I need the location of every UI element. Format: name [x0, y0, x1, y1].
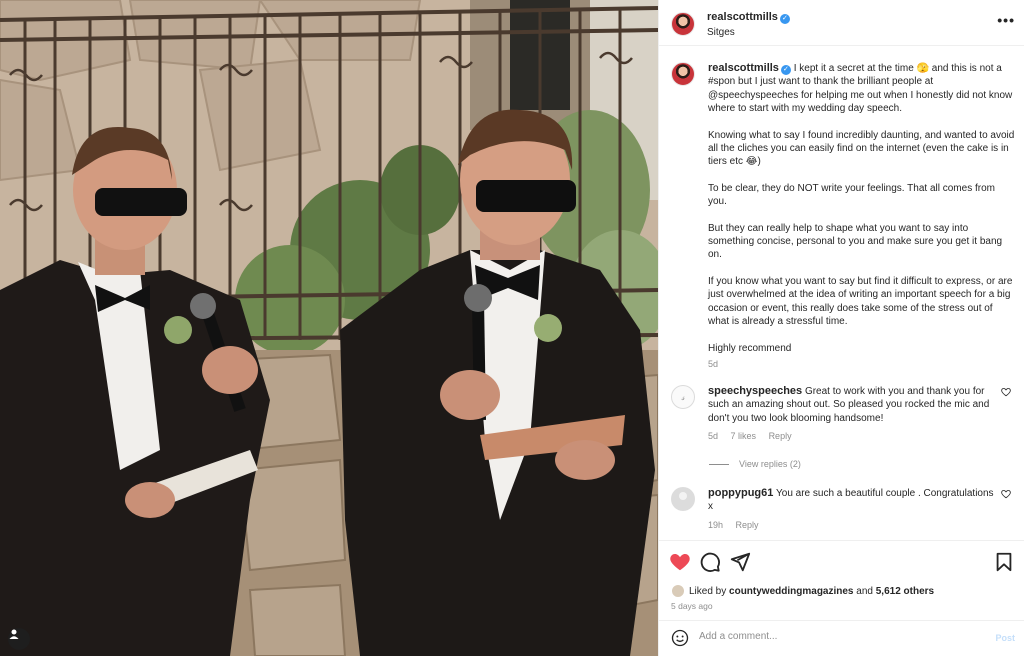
add-comment-input[interactable] — [699, 631, 969, 642]
bookmark-icon[interactable] — [993, 551, 1015, 573]
liked-by-summary[interactable]: Liked by countyweddingmagazines and 5,61… — [671, 584, 934, 598]
comment-like-heart-icon[interactable] — [1001, 387, 1011, 400]
comment-item: 𝓈 speechyspeeches Great to work with you… — [671, 385, 1011, 441]
caption-author-avatar[interactable] — [671, 62, 695, 86]
more-options-icon[interactable]: ••• — [997, 12, 1015, 28]
post-location[interactable]: Sitges — [707, 27, 735, 38]
liked-by-prefix: Liked by — [689, 585, 727, 597]
comment-username[interactable]: speechyspeeches — [708, 385, 802, 397]
post-actions: Liked by countyweddingmagazines and 5,61… — [659, 540, 1024, 620]
emoji-icon[interactable] — [671, 629, 689, 647]
add-comment-bar: Post — [659, 620, 1024, 656]
tagged-user-icon[interactable] — [8, 628, 30, 650]
commenter-avatar[interactable] — [671, 487, 695, 511]
verified-badge-icon: ✓ — [780, 65, 791, 75]
commenter-avatar[interactable]: 𝓈 — [671, 385, 695, 409]
caption-paragraph: Highly recommend — [708, 342, 792, 354]
reply-button[interactable]: Reply — [769, 431, 792, 441]
post-date[interactable]: 5 days ago — [671, 601, 713, 611]
post-caption: realscottmills ✓ I kept it a secret at th… — [671, 62, 1015, 371]
liked-by-and: and — [856, 585, 873, 597]
post-header: realscottmills ✓ Sitges ••• — [659, 0, 1024, 46]
comment-meta: 5d 7 likes Reply — [708, 431, 1011, 441]
likes-others-count[interactable]: 5,612 others — [876, 586, 934, 597]
liked-by-user[interactable]: countyweddingmagazines — [729, 586, 853, 597]
comment-item: poppypug61 You are such a beautiful coup… — [671, 487, 1011, 530]
comment-likes[interactable]: 7 likes — [731, 431, 757, 441]
caption-body: realscottmills ✓ I kept it a secret at th… — [708, 62, 1015, 371]
caption-paragraph: To be clear, they do NOT write your feel… — [708, 182, 995, 208]
caption-paragraph: Knowing what to say I found incredibly d… — [708, 129, 1015, 168]
post-photo[interactable] — [0, 0, 658, 656]
comment-like-heart-icon[interactable] — [1001, 489, 1011, 502]
caption-time[interactable]: 5d — [708, 358, 1015, 371]
photo-illustration — [0, 0, 658, 656]
caption-username[interactable]: realscottmills — [708, 62, 779, 74]
author-username-text[interactable]: realscottmills — [707, 11, 778, 23]
comment-time[interactable]: 19h — [708, 520, 723, 530]
verified-badge-icon: ✓ — [779, 14, 790, 24]
reply-button[interactable]: Reply — [736, 520, 759, 530]
comment-body: poppypug61 You are such a beautiful coup… — [708, 487, 996, 514]
comment-body: speechyspeeches Great to work with you a… — [708, 385, 996, 425]
comment-time[interactable]: 5d — [708, 431, 718, 441]
author-avatar[interactable] — [671, 12, 695, 36]
liker-avatar — [671, 584, 685, 598]
comment-username[interactable]: poppypug61 — [708, 487, 773, 499]
heart-icon[interactable] — [669, 551, 691, 573]
view-replies-button[interactable]: View replies (2) — [709, 459, 801, 469]
post-side-panel: realscottmills ✓ Sitges ••• realscottmill… — [658, 0, 1024, 656]
comments-scroll-area[interactable]: realscottmills ✓ I kept it a secret at th… — [659, 52, 1024, 540]
author-username[interactable]: realscottmills ✓ — [707, 11, 790, 24]
post-comment-button[interactable]: Post — [995, 633, 1015, 643]
share-icon[interactable] — [729, 551, 751, 573]
comment-meta: 19h Reply — [708, 520, 1011, 530]
comment-icon[interactable] — [699, 551, 721, 573]
caption-paragraph: If you know what you want to say but fin… — [708, 275, 1013, 328]
caption-paragraph: But they can really help to shape what y… — [708, 222, 1003, 261]
